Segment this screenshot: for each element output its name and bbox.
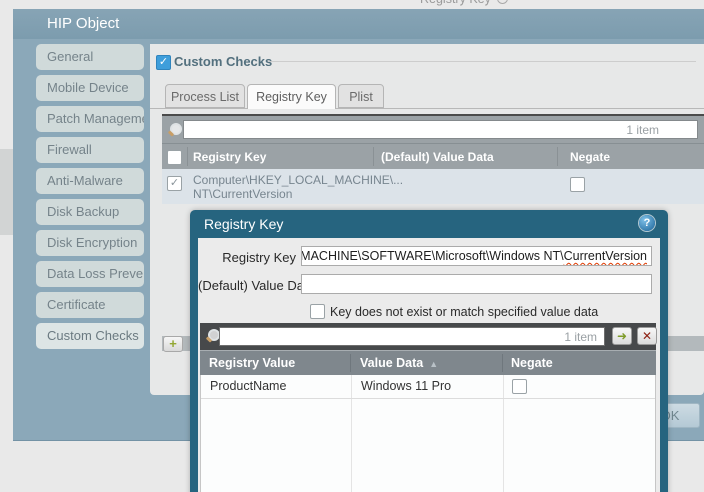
registry-key-dialog: Registry Key ? Registry Key Computer\HKE… — [190, 210, 668, 492]
background-column-header: Registry Key — [420, 0, 508, 6]
background-dialog-edge — [0, 149, 13, 235]
clear-filter-button[interactable]: ✕ — [637, 327, 657, 345]
table-body: ProductName Windows 11 Pro — [200, 375, 656, 492]
key-not-exist-checkbox[interactable] — [310, 304, 325, 319]
table-search-input[interactable] — [219, 327, 605, 346]
col-header-negate[interactable]: Negate — [511, 356, 553, 370]
close-icon: ✕ — [641, 329, 653, 343]
registry-key-cell: Computer\HKEY_LOCAL_MACHINE\... NT\Curre… — [193, 173, 404, 201]
sidebar-item-disk-encryption[interactable]: Disk Encryption — [36, 230, 144, 256]
check-icon: ✓ — [158, 56, 169, 68]
sidebar-item-general[interactable]: General — [36, 44, 144, 70]
help-icon[interactable]: ? — [639, 215, 655, 231]
apply-filter-button[interactable]: ➜ — [612, 327, 632, 345]
sort-ascending-icon: ▲ — [429, 359, 439, 369]
key-not-exist-label: Key does not exist or match specified va… — [330, 305, 599, 319]
item-count-label: 1 item — [626, 123, 659, 137]
table-header-row: Registry Key (Default) Value Data Negate — [162, 143, 704, 169]
fieldset-border — [268, 61, 696, 62]
col-header-default-value-data[interactable]: (Default) Value Data — [381, 150, 494, 164]
hip-dialog-title: HIP Object — [13, 9, 704, 39]
table-header-row: Registry Value Value Data ▲ Negate — [200, 350, 656, 375]
default-value-data-input[interactable] — [301, 274, 652, 294]
default-value-data-label: (Default) Value Data — [198, 278, 315, 293]
registry-value-table: 1 item ➜ ✕ Registry Value Value Data ▲ Ne… — [200, 323, 657, 492]
col-header-registry-value[interactable]: Registry Value — [209, 356, 295, 370]
col-header-value-data[interactable]: Value Data ▲ — [360, 356, 438, 370]
custom-checks-label: Custom Checks — [174, 54, 273, 69]
col-header-registry-key[interactable]: Registry Key — [193, 150, 266, 164]
tab-process-list[interactable]: Process List — [165, 84, 245, 108]
sidebar-item-firewall[interactable]: Firewall — [36, 137, 144, 163]
sidebar-item-disk-backup[interactable]: Disk Backup — [36, 199, 144, 225]
table-row[interactable]: ✓ Computer\HKEY_LOCAL_MACHINE\... NT\Cur… — [162, 169, 704, 204]
row-select-checkbox[interactable]: ✓ — [167, 176, 182, 191]
background-column-header-label: Registry Key — [420, 0, 491, 6]
sidebar-item-custom-checks[interactable]: Custom Checks — [36, 323, 144, 349]
sidebar-item-data-loss-prevention[interactable]: Data Loss Prevention — [36, 261, 144, 287]
registry-key-dialog-body: Registry Key Computer\HKEY_LOCAL_MACHINE… — [198, 238, 660, 492]
sidebar-item-anti-malware[interactable]: Anti-Malware — [36, 168, 144, 194]
sidebar-item-patch-management[interactable]: Patch Management — [36, 106, 144, 132]
table-search-bar: 1 item ➜ ✕ — [200, 323, 657, 350]
table-search-bar: 1 item — [162, 116, 704, 143]
col-header-negate[interactable]: Negate — [570, 150, 610, 164]
search-icon — [167, 123, 182, 137]
table-search-input[interactable] — [183, 120, 698, 139]
table-row[interactable]: ProductName Windows 11 Pro — [201, 375, 655, 399]
tab-registry-key[interactable]: Registry Key — [247, 84, 336, 109]
negate-checkbox[interactable] — [512, 379, 527, 394]
tab-plist[interactable]: Plist — [338, 84, 384, 108]
item-count-label: 1 item — [564, 330, 597, 344]
arrow-right-icon: ➜ — [616, 329, 628, 343]
custom-checks-checkbox[interactable]: ✓ — [156, 55, 171, 70]
sidebar-item-mobile-device[interactable]: Mobile Device — [36, 75, 144, 101]
registry-value-cell: ProductName — [210, 379, 287, 393]
add-button[interactable]: + — [163, 336, 183, 352]
registry-key-dialog-title: Registry Key — [204, 216, 284, 232]
value-data-cell: Windows 11 Pro — [361, 379, 452, 393]
select-all-checkbox[interactable] — [167, 150, 182, 165]
check-icon: ✓ — [169, 177, 180, 189]
background-help-icon — [496, 0, 508, 4]
sidebar-item-certificate[interactable]: Certificate — [36, 292, 144, 318]
negate-checkbox[interactable] — [570, 177, 585, 192]
add-icon: + — [169, 336, 177, 351]
registry-key-field-label: Registry Key — [222, 250, 296, 265]
registry-key-input[interactable]: Computer\HKEY_LOCAL_MACHINE\SOFTWARE\Mic… — [301, 246, 652, 266]
screen: Registry Key HIP Object General Mobile D… — [0, 0, 704, 492]
search-icon — [205, 329, 220, 343]
